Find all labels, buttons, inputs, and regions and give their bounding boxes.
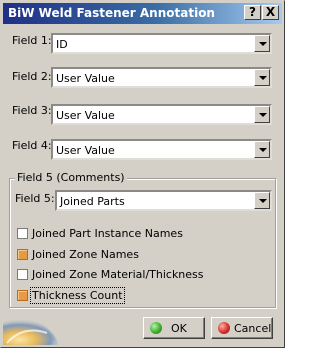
- dialog-window: BiW Weld Fastener Annotation ? X Field 1…: [0, 0, 285, 348]
- chevron-down-icon[interactable]: [254, 192, 270, 209]
- field-3-value: User Value: [56, 109, 115, 122]
- field-1-value: ID: [56, 38, 68, 51]
- checkbox-label[interactable]: Joined Zone Names: [32, 248, 139, 261]
- help-button[interactable]: ?: [244, 5, 261, 20]
- decorative-swoosh-icon: [3, 303, 59, 345]
- ok-label: OK: [171, 322, 187, 335]
- checkbox-label[interactable]: Joined Part Instance Names: [32, 227, 183, 240]
- title-bar[interactable]: BiW Weld Fastener Annotation ? X: [3, 3, 282, 24]
- ok-icon: [150, 322, 162, 334]
- field-2-label: Field 2:: [12, 70, 52, 83]
- chevron-down-icon[interactable]: [254, 106, 270, 123]
- field-2-select[interactable]: User Value: [51, 67, 272, 88]
- field-4-select[interactable]: User Value: [51, 139, 272, 160]
- field-4-value: User Value: [56, 144, 115, 157]
- cancel-label: Cancel: [234, 322, 272, 335]
- checkbox-joined-zone-names[interactable]: [17, 249, 28, 260]
- chevron-down-icon[interactable]: [254, 141, 270, 158]
- field-5-select[interactable]: Joined Parts: [55, 190, 272, 211]
- checkbox-label[interactable]: Thickness Count: [30, 287, 125, 304]
- field-2-value: User Value: [56, 72, 115, 85]
- close-icon: X: [265, 5, 276, 19]
- field-4-label: Field 4:: [12, 139, 52, 152]
- ok-button[interactable]: OK: [143, 317, 205, 339]
- checkbox-label[interactable]: Joined Zone Material/Thickness: [32, 268, 204, 281]
- field-1-label: Field 1:: [12, 34, 52, 47]
- cancel-button[interactable]: Cancel: [211, 317, 273, 339]
- help-icon: ?: [249, 5, 256, 19]
- window-title: BiW Weld Fastener Annotation: [8, 6, 215, 20]
- field-1-select[interactable]: ID: [51, 33, 272, 54]
- field-3-label: Field 3:: [12, 104, 52, 117]
- chevron-down-icon[interactable]: [254, 35, 270, 52]
- chevron-down-icon[interactable]: [254, 69, 270, 86]
- comments-group-title: Field 5 (Comments): [15, 171, 127, 184]
- checkbox-thickness-count[interactable]: [17, 290, 28, 301]
- checkbox-joined-part-instance-names[interactable]: [17, 228, 28, 239]
- close-button[interactable]: X: [262, 5, 279, 20]
- checkbox-joined-zone-material-thickness[interactable]: [17, 269, 28, 280]
- cancel-icon: [218, 322, 230, 334]
- field-5-value: Joined Parts: [60, 195, 125, 208]
- field-5-label: Field 5:: [15, 192, 55, 205]
- field-3-select[interactable]: User Value: [51, 104, 272, 125]
